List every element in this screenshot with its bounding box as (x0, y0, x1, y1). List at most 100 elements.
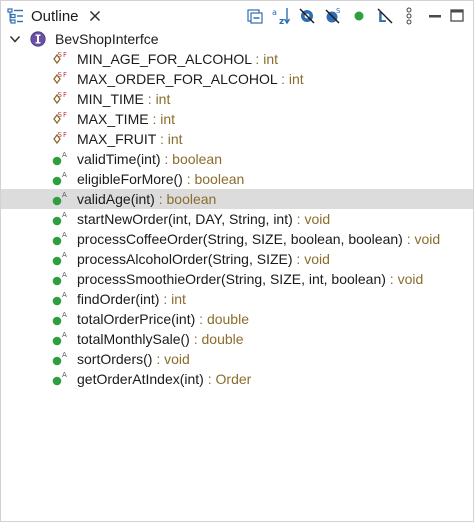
outline-toolbar: a z S L (245, 5, 395, 27)
tree-item-label: processSmoothieOrder(String, SIZE, int, … (77, 270, 423, 288)
tree-item-label: MIN_AGE_FOR_ALCOHOL : int (77, 50, 278, 68)
member-type-separator: : (277, 71, 289, 87)
svg-text:A: A (62, 151, 67, 159)
static-final-field-icon: SF (53, 71, 67, 85)
collapse-all-button[interactable] (245, 6, 265, 26)
abstract-method-icon: A (52, 191, 67, 206)
svg-text:A: A (62, 171, 67, 179)
svg-text:S: S (58, 71, 63, 79)
member-type-separator: : (402, 231, 415, 247)
abstract-method-icon: A (52, 211, 67, 226)
abstract-method-icon: A (52, 171, 67, 186)
abstract-method-icon: A (52, 251, 67, 266)
tree-item-method[interactable]: AprocessSmoothieOrder(String, SIZE, int,… (1, 269, 473, 289)
member-type: boolean (172, 151, 222, 167)
tree-item-field[interactable]: S F MAX_FRUIT : int (1, 129, 473, 149)
minimize-icon[interactable] (425, 5, 445, 27)
tree-item-label: MAX_ORDER_FOR_ALCOHOL : int (77, 70, 304, 88)
member-name: processAlcoholOrder(String, SIZE) (77, 251, 293, 267)
svg-text:F: F (63, 71, 67, 79)
member-type: int (288, 71, 304, 87)
hide-static-members-icon: S (325, 7, 341, 24)
tree-item-method[interactable]: AgetOrderAtIndex(int) : Order (1, 369, 473, 389)
member-type: void (304, 251, 330, 267)
member-name: MIN_AGE_FOR_ALCOHOL (77, 51, 252, 67)
member-type: double (201, 331, 244, 347)
member-type-separator: : (203, 371, 216, 387)
tree-item-method[interactable]: AvalidAge(int) : boolean (1, 189, 473, 209)
hide-non-public-button[interactable] (349, 6, 369, 26)
tree-item-method[interactable]: AfindOrder(int) : int (1, 289, 473, 309)
tree-item-method[interactable]: AsortOrders() : void (1, 349, 473, 369)
abstract-method-icon: A (52, 351, 67, 366)
abstract-method-icon: A (52, 311, 67, 326)
close-icon[interactable] (87, 8, 103, 24)
tree-item-method[interactable]: AprocessCoffeeOrder(String, SIZE, boolea… (1, 229, 473, 249)
member-name: MAX_FRUIT (77, 131, 157, 147)
hide-local-types-button[interactable]: L (375, 6, 395, 26)
hide-non-public-members-icon (354, 11, 364, 21)
svg-text:A: A (62, 191, 67, 199)
member-type-separator: : (385, 271, 398, 287)
member-type-separator: : (159, 291, 172, 307)
tree-item-method[interactable]: AtotalMonthlySale() : double (1, 329, 473, 349)
static-final-field-icon: SF (53, 51, 67, 65)
svg-text:S: S (336, 7, 341, 15)
svg-text:S: S (58, 91, 63, 99)
member-type: int (155, 91, 171, 107)
tree-item-label: MAX_TIME : int (77, 110, 175, 128)
view-header: Outline a z S L (1, 1, 473, 31)
tab-outline[interactable]: Outline (7, 5, 103, 27)
tree-item-field[interactable]: S F MAX_TIME : int (1, 109, 473, 129)
member-type-separator: : (292, 251, 305, 267)
hide-fields-icon (299, 8, 315, 24)
chevron-down-icon[interactable] (9, 34, 21, 44)
member-name: startNewOrder(int, DAY, String, int) (77, 211, 293, 227)
member-type-separator: : (182, 171, 195, 187)
tree-item-label: MAX_FRUIT : int (77, 130, 183, 148)
svg-text:F: F (63, 131, 67, 139)
hide-static-button[interactable]: S (323, 6, 343, 26)
tree-item-method[interactable]: AtotalOrderPrice(int) : double (1, 309, 473, 329)
svg-text:A: A (62, 251, 67, 259)
member-type: boolean (166, 191, 217, 207)
member-name: MIN_TIME (77, 91, 144, 107)
tree-item-method[interactable]: AprocessAlcoholOrder(String, SIZE) : voi… (1, 249, 473, 269)
tree-item-field[interactable]: S F MIN_TIME : int (1, 89, 473, 109)
abstract-method-icon: A (52, 151, 67, 166)
maximize-icon[interactable] (447, 5, 467, 27)
sort-button[interactable]: a z (271, 6, 291, 26)
member-type-separator: : (152, 351, 165, 367)
abstract-method-icon: A (52, 331, 67, 346)
member-list: S F MIN_AGE_FOR_ALCOHOL : int S F MAX_ORDER_F… (1, 49, 473, 389)
svg-text:A: A (62, 211, 67, 219)
abstract-method-icon: A (52, 271, 67, 286)
tree-item-method[interactable]: AstartNewOrder(int, DAY, String, int) : … (1, 209, 473, 229)
tree-item-field[interactable]: S F MAX_ORDER_FOR_ALCOHOL : int (1, 69, 473, 89)
member-type-separator: : (156, 131, 168, 147)
static-final-field-icon: SF (53, 91, 67, 105)
member-name: getOrderAtIndex(int) (77, 371, 204, 387)
svg-text:A: A (62, 371, 67, 379)
tree-item-method[interactable]: AeligibleForMore() : boolean (1, 169, 473, 189)
hide-fields-button[interactable] (297, 6, 317, 26)
vertical-dots-icon[interactable] (401, 5, 417, 27)
abstract-method-icon: A (52, 371, 67, 386)
tree-root-interface[interactable]: BevShopInterfce (1, 29, 473, 49)
tree-item-field[interactable]: S F MIN_AGE_FOR_ALCOHOL : int (1, 49, 473, 69)
tree-item-method[interactable]: AvalidTime(int) : boolean (1, 149, 473, 169)
svg-text:A: A (62, 331, 67, 339)
member-type: double (206, 311, 249, 327)
svg-text:A: A (62, 291, 67, 299)
tree-item-label: validTime(int) : boolean (77, 150, 222, 168)
member-name: totalOrderPrice(int) (77, 311, 196, 327)
sort-alphabetically-icon: a z (272, 8, 291, 26)
svg-text:a: a (272, 8, 277, 17)
svg-text:A: A (62, 271, 67, 279)
member-name: validAge(int) (77, 191, 155, 207)
member-name: findOrder(int) (77, 291, 160, 307)
tree-item-label: sortOrders() : void (77, 350, 190, 368)
member-type: Order (215, 371, 252, 387)
svg-text:F: F (63, 91, 67, 99)
tree-item-label: eligibleForMore() : boolean (77, 170, 244, 188)
